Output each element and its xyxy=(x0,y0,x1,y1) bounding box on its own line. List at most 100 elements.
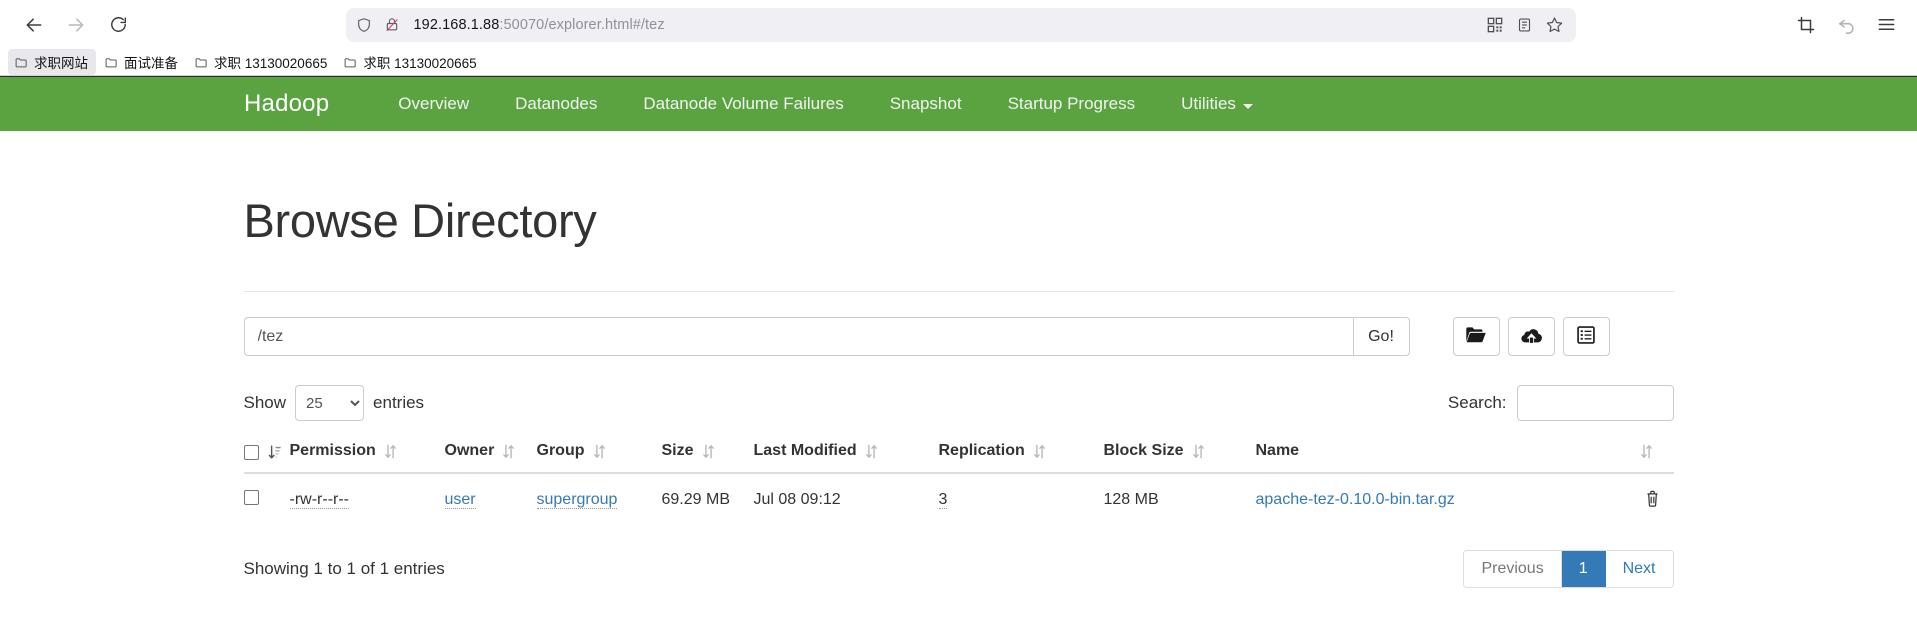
table-info: Showing 1 to 1 of 1 entries xyxy=(243,559,445,578)
nav-item-startup-progress[interactable]: Startup Progress xyxy=(985,77,1159,132)
list-alt-icon xyxy=(1576,325,1596,348)
screenshot-crop-icon[interactable] xyxy=(1789,8,1823,42)
urlbar-actions xyxy=(1482,12,1568,38)
replication-value[interactable]: 3 xyxy=(938,491,948,509)
bookmark-item[interactable]: 求职 13130020665 xyxy=(337,49,484,75)
upload-button[interactable] xyxy=(1507,317,1555,356)
column-header-permission[interactable]: Permission xyxy=(289,442,445,474)
column-label: Size xyxy=(661,442,694,459)
permission-value[interactable]: -rw-r--r-- xyxy=(289,491,350,509)
browser-toolbar: 192.168.1.88:50070/explorer.html#/tez xyxy=(0,0,1917,49)
table-body: -rw-r--r-- user supergroup 69.29 MB Jul … xyxy=(243,473,1674,527)
column-header-group[interactable]: Group xyxy=(536,442,662,474)
nav-item-datanode-volume-failures[interactable]: Datanode Volume Failures xyxy=(620,77,866,132)
pagination-next[interactable]: Next xyxy=(1605,551,1673,587)
entries-select[interactable]: 25 xyxy=(295,385,365,421)
hadoop-navbar: Hadoop Overview Datanodes Datanode Volum… xyxy=(0,76,1917,131)
nav-label: Datanodes xyxy=(515,94,598,113)
nav-item-snapshot[interactable]: Snapshot xyxy=(867,77,985,132)
sort-icon[interactable] xyxy=(503,444,515,459)
bookmark-item[interactable]: 求职 13130020665 xyxy=(188,49,335,75)
forward-arrow-icon[interactable] xyxy=(56,5,96,45)
sort-icon[interactable] xyxy=(593,444,605,459)
row-select-cell[interactable] xyxy=(243,473,290,527)
tool-button-group xyxy=(1452,317,1610,356)
bookmark-label: 面试准备 xyxy=(124,56,178,71)
cell-permission: -rw-r--r-- xyxy=(289,473,445,527)
trash-icon[interactable] xyxy=(1645,489,1660,512)
qr-code-icon[interactable] xyxy=(1482,12,1508,38)
pagination-previous[interactable]: Previous xyxy=(1464,551,1562,587)
bookmark-item[interactable]: 面试准备 xyxy=(98,49,186,75)
sort-icon[interactable] xyxy=(384,444,396,459)
sort-icon[interactable] xyxy=(865,444,877,459)
cloud-upload-icon xyxy=(1520,326,1543,348)
cell-size: 69.29 MB xyxy=(661,491,730,508)
group-value[interactable]: supergroup xyxy=(536,491,618,509)
undo-arrow-icon[interactable] xyxy=(1829,8,1863,42)
sort-icon[interactable] xyxy=(1192,444,1204,459)
nav-label: Datanode Volume Failures xyxy=(643,94,844,113)
star-bookmark-icon[interactable] xyxy=(1542,12,1568,38)
content-container: Browse Directory Go! xyxy=(243,193,1674,588)
column-label: Block Size xyxy=(1103,442,1184,459)
hamburger-menu-icon[interactable] xyxy=(1869,8,1903,42)
sort-icon[interactable] xyxy=(702,444,714,459)
cell-block-size: 128 MB xyxy=(1103,491,1159,508)
search-input[interactable] xyxy=(1516,385,1674,421)
bookmark-item[interactable]: 求职网站 xyxy=(8,49,96,75)
nav-item-overview[interactable]: Overview xyxy=(375,77,492,132)
row-checkbox[interactable] xyxy=(243,490,259,505)
column-header-replication[interactable]: Replication xyxy=(938,442,1104,474)
column-header-name[interactable]: Name xyxy=(1255,442,1674,474)
brand-hadoop[interactable]: Hadoop xyxy=(244,90,375,118)
column-label: Permission xyxy=(289,442,376,459)
bookmark-label: 求职网站 xyxy=(34,56,88,71)
shield-icon[interactable] xyxy=(354,15,374,35)
owner-value[interactable]: user xyxy=(444,491,476,509)
column-label: Group xyxy=(536,442,585,459)
cell-name: apache-tez-0.10.0-bin.tar.gz xyxy=(1256,473,1674,527)
show-label: Show xyxy=(243,393,287,412)
nav-item-datanodes[interactable]: Datanodes xyxy=(492,77,620,132)
url-text[interactable]: 192.168.1.88:50070/explorer.html#/tez xyxy=(410,17,1474,33)
address-bar[interactable]: 192.168.1.88:50070/explorer.html#/tez xyxy=(345,7,1576,42)
column-header-owner[interactable]: Owner xyxy=(444,442,537,474)
pagination-page-1[interactable]: 1 xyxy=(1561,551,1606,587)
column-header-select[interactable] xyxy=(243,442,290,474)
column-header-size[interactable]: Size xyxy=(661,442,754,474)
nav-label: Startup Progress xyxy=(1007,94,1136,113)
go-button[interactable]: Go! xyxy=(1352,317,1410,356)
cell-owner: user xyxy=(444,473,537,527)
nav-label: Utilities xyxy=(1181,94,1236,113)
select-all-checkbox[interactable] xyxy=(243,445,259,460)
reload-icon[interactable] xyxy=(98,5,138,45)
table-controls: Show 25 entries Search: xyxy=(244,385,1674,421)
directory-path-input[interactable] xyxy=(243,317,1353,356)
column-header-last-modified[interactable]: Last Modified xyxy=(753,442,939,474)
column-header-block-size[interactable]: Block Size xyxy=(1103,442,1256,474)
cell-replication: 3 xyxy=(938,473,1104,527)
browse-folder-button[interactable] xyxy=(1452,317,1500,356)
sort-icon[interactable] xyxy=(1033,444,1045,459)
path-toolbar: Go! xyxy=(243,317,1674,356)
nav-label: Snapshot xyxy=(889,94,962,113)
folder-open-icon xyxy=(1465,326,1487,347)
entries-length-control: Show 25 entries xyxy=(243,385,425,421)
list-view-button[interactable] xyxy=(1562,317,1610,356)
lock-crossed-icon[interactable] xyxy=(382,15,402,35)
file-name-link[interactable]: apache-tez-0.10.0-bin.tar.gz xyxy=(1256,491,1455,508)
nav-item-utilities[interactable]: Utilities xyxy=(1158,77,1276,132)
reader-mode-icon[interactable] xyxy=(1512,12,1538,38)
sort-icon[interactable] xyxy=(1640,444,1652,459)
table-row[interactable]: -rw-r--r-- user supergroup 69.29 MB Jul … xyxy=(243,473,1674,527)
entries-label: entries xyxy=(373,393,425,412)
folder-icon xyxy=(104,56,118,69)
title-divider xyxy=(243,291,1674,292)
table-head: Permission Owner Group Size Last Modifie… xyxy=(243,442,1674,474)
browser-chrome: 192.168.1.88:50070/explorer.html#/tez 求职… xyxy=(0,0,1917,76)
cell-last-modified: Jul 08 09:12 xyxy=(753,491,841,508)
back-arrow-icon[interactable] xyxy=(14,5,54,45)
files-table: Permission Owner Group Size Last Modifie… xyxy=(243,442,1674,527)
sort-amount-desc-icon[interactable] xyxy=(268,445,282,460)
